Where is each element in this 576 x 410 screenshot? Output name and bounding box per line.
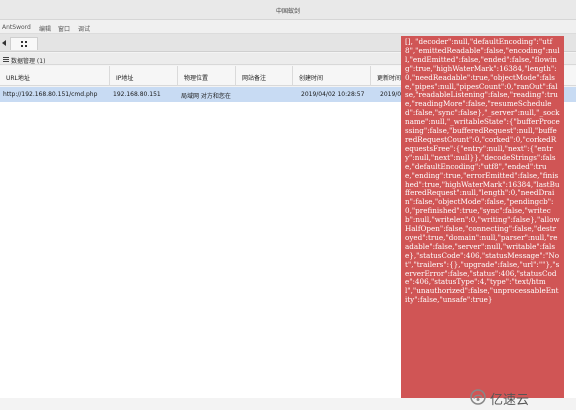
column-header-ip[interactable]: IP地址 [110,66,178,86]
list-icon [3,57,9,62]
grid-icon [21,41,27,47]
cell-location: 局域网 对方和您在 [181,93,231,100]
menu-item-edit[interactable]: 编辑 [39,24,51,33]
cell-ip: 192.168.80.151 [113,91,161,98]
cell-url: http://192.168.80.151/cmd.php [3,91,98,98]
menu-item-antsword[interactable]: AntSword [2,24,31,31]
watermark: 亿速云 [470,388,570,408]
menu-bar: AntSword 编辑 窗口 调试 [0,20,576,34]
column-header-created[interactable]: 创建时间 [293,66,371,86]
column-header-note[interactable]: 网站备注 [236,66,293,86]
cloud-logo-icon [470,389,486,405]
menu-item-window[interactable]: 窗口 [58,24,70,33]
column-header-url[interactable]: URL地址 [0,66,110,86]
column-header-location[interactable]: 物理位置 [178,66,236,86]
tab-scroll-left-icon[interactable] [2,40,6,46]
panel-title: 数据管理 (1) [11,58,46,65]
watermark-text: 亿速云 [490,393,530,408]
error-notification: [], "decoder":null,"defaultEncoding":"ut… [401,36,564,398]
title-bar: 中国蚁剑 [0,0,576,20]
tab-home[interactable] [10,37,38,50]
window-title: 中国蚁剑 [275,8,300,15]
cell-created: 2019/04/02 10:28:57 [301,91,365,98]
menu-item-debug[interactable]: 调试 [78,24,90,33]
